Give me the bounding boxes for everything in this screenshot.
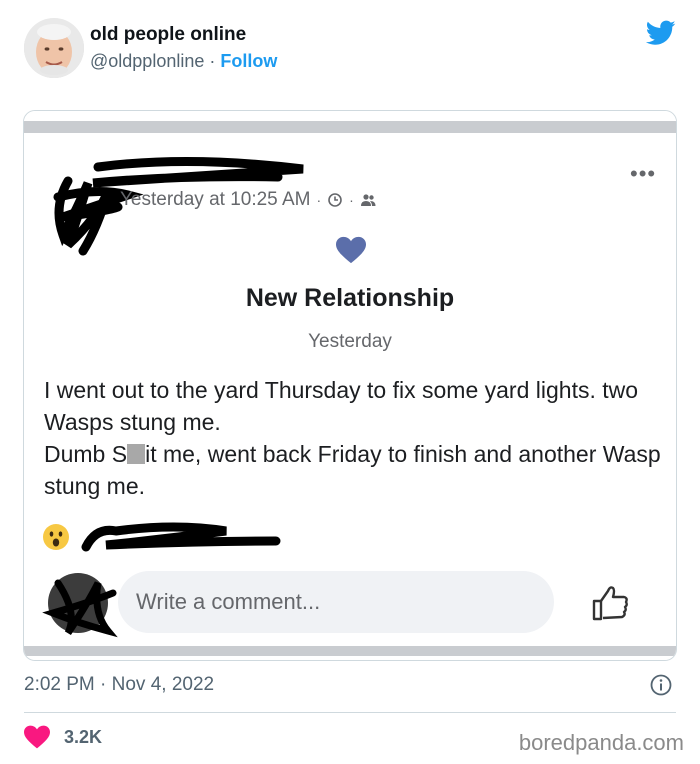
likes-count: 3.2K bbox=[64, 726, 103, 747]
author-handle-row: @oldpplonline · Follow bbox=[90, 51, 277, 72]
post-body-line-1: I went out to the yard Thursday to fix s… bbox=[44, 377, 639, 435]
post-body-line-2: Dumb Sit me, went back Friday to finish … bbox=[44, 438, 664, 502]
meta-dot-2: · bbox=[349, 192, 354, 208]
follow-button[interactable]: Follow bbox=[220, 51, 277, 71]
friends-icon[interactable] bbox=[360, 192, 376, 208]
censor-block bbox=[127, 444, 146, 464]
handle-separator: · bbox=[209, 51, 216, 71]
redaction-scribble-avatar bbox=[42, 573, 118, 638]
post-body-text-before-censor: Dumb S bbox=[44, 441, 128, 467]
watermark: boredpanda.com bbox=[518, 730, 684, 755]
post-time[interactable]: Yesterday at 10:25 AM bbox=[120, 189, 310, 211]
like-button[interactable]: 3.2K bbox=[24, 725, 102, 749]
tweet-timestamp[interactable]: 2:02 PM · Nov 4, 2022 bbox=[24, 674, 214, 696]
clock-icon bbox=[328, 193, 342, 207]
screenshot-top-band bbox=[24, 111, 676, 133]
wow-emoji-icon[interactable] bbox=[42, 523, 70, 551]
comment-input[interactable]: Write a comment... bbox=[118, 571, 554, 633]
redaction-scribble-reactions bbox=[81, 522, 281, 552]
meta-dot: · bbox=[316, 192, 322, 208]
author-avatar[interactable] bbox=[24, 18, 84, 78]
screenshot-bottom-band bbox=[24, 646, 676, 660]
heart-icon bbox=[336, 236, 366, 264]
author-handle[interactable]: @oldpplonline bbox=[90, 51, 204, 71]
like-thumb-icon[interactable] bbox=[590, 583, 630, 623]
footer-divider bbox=[24, 712, 676, 713]
like-heart-icon bbox=[24, 725, 50, 749]
more-options-icon[interactable]: ••• bbox=[630, 163, 656, 185]
twitter-bird-icon[interactable] bbox=[646, 20, 676, 46]
embedded-screenshot: Yesterday at 10:25 AM · · ••• New Relati… bbox=[23, 110, 677, 661]
info-icon[interactable] bbox=[650, 674, 672, 696]
author-name[interactable]: old people online bbox=[90, 24, 246, 46]
post-meta: Yesterday at 10:25 AM · · bbox=[120, 189, 376, 211]
life-event-title: New Relationship bbox=[245, 284, 455, 312]
post-body: I went out to the yard Thursday to fix s… bbox=[44, 374, 664, 502]
life-event-date: Yesterday bbox=[308, 331, 392, 352]
